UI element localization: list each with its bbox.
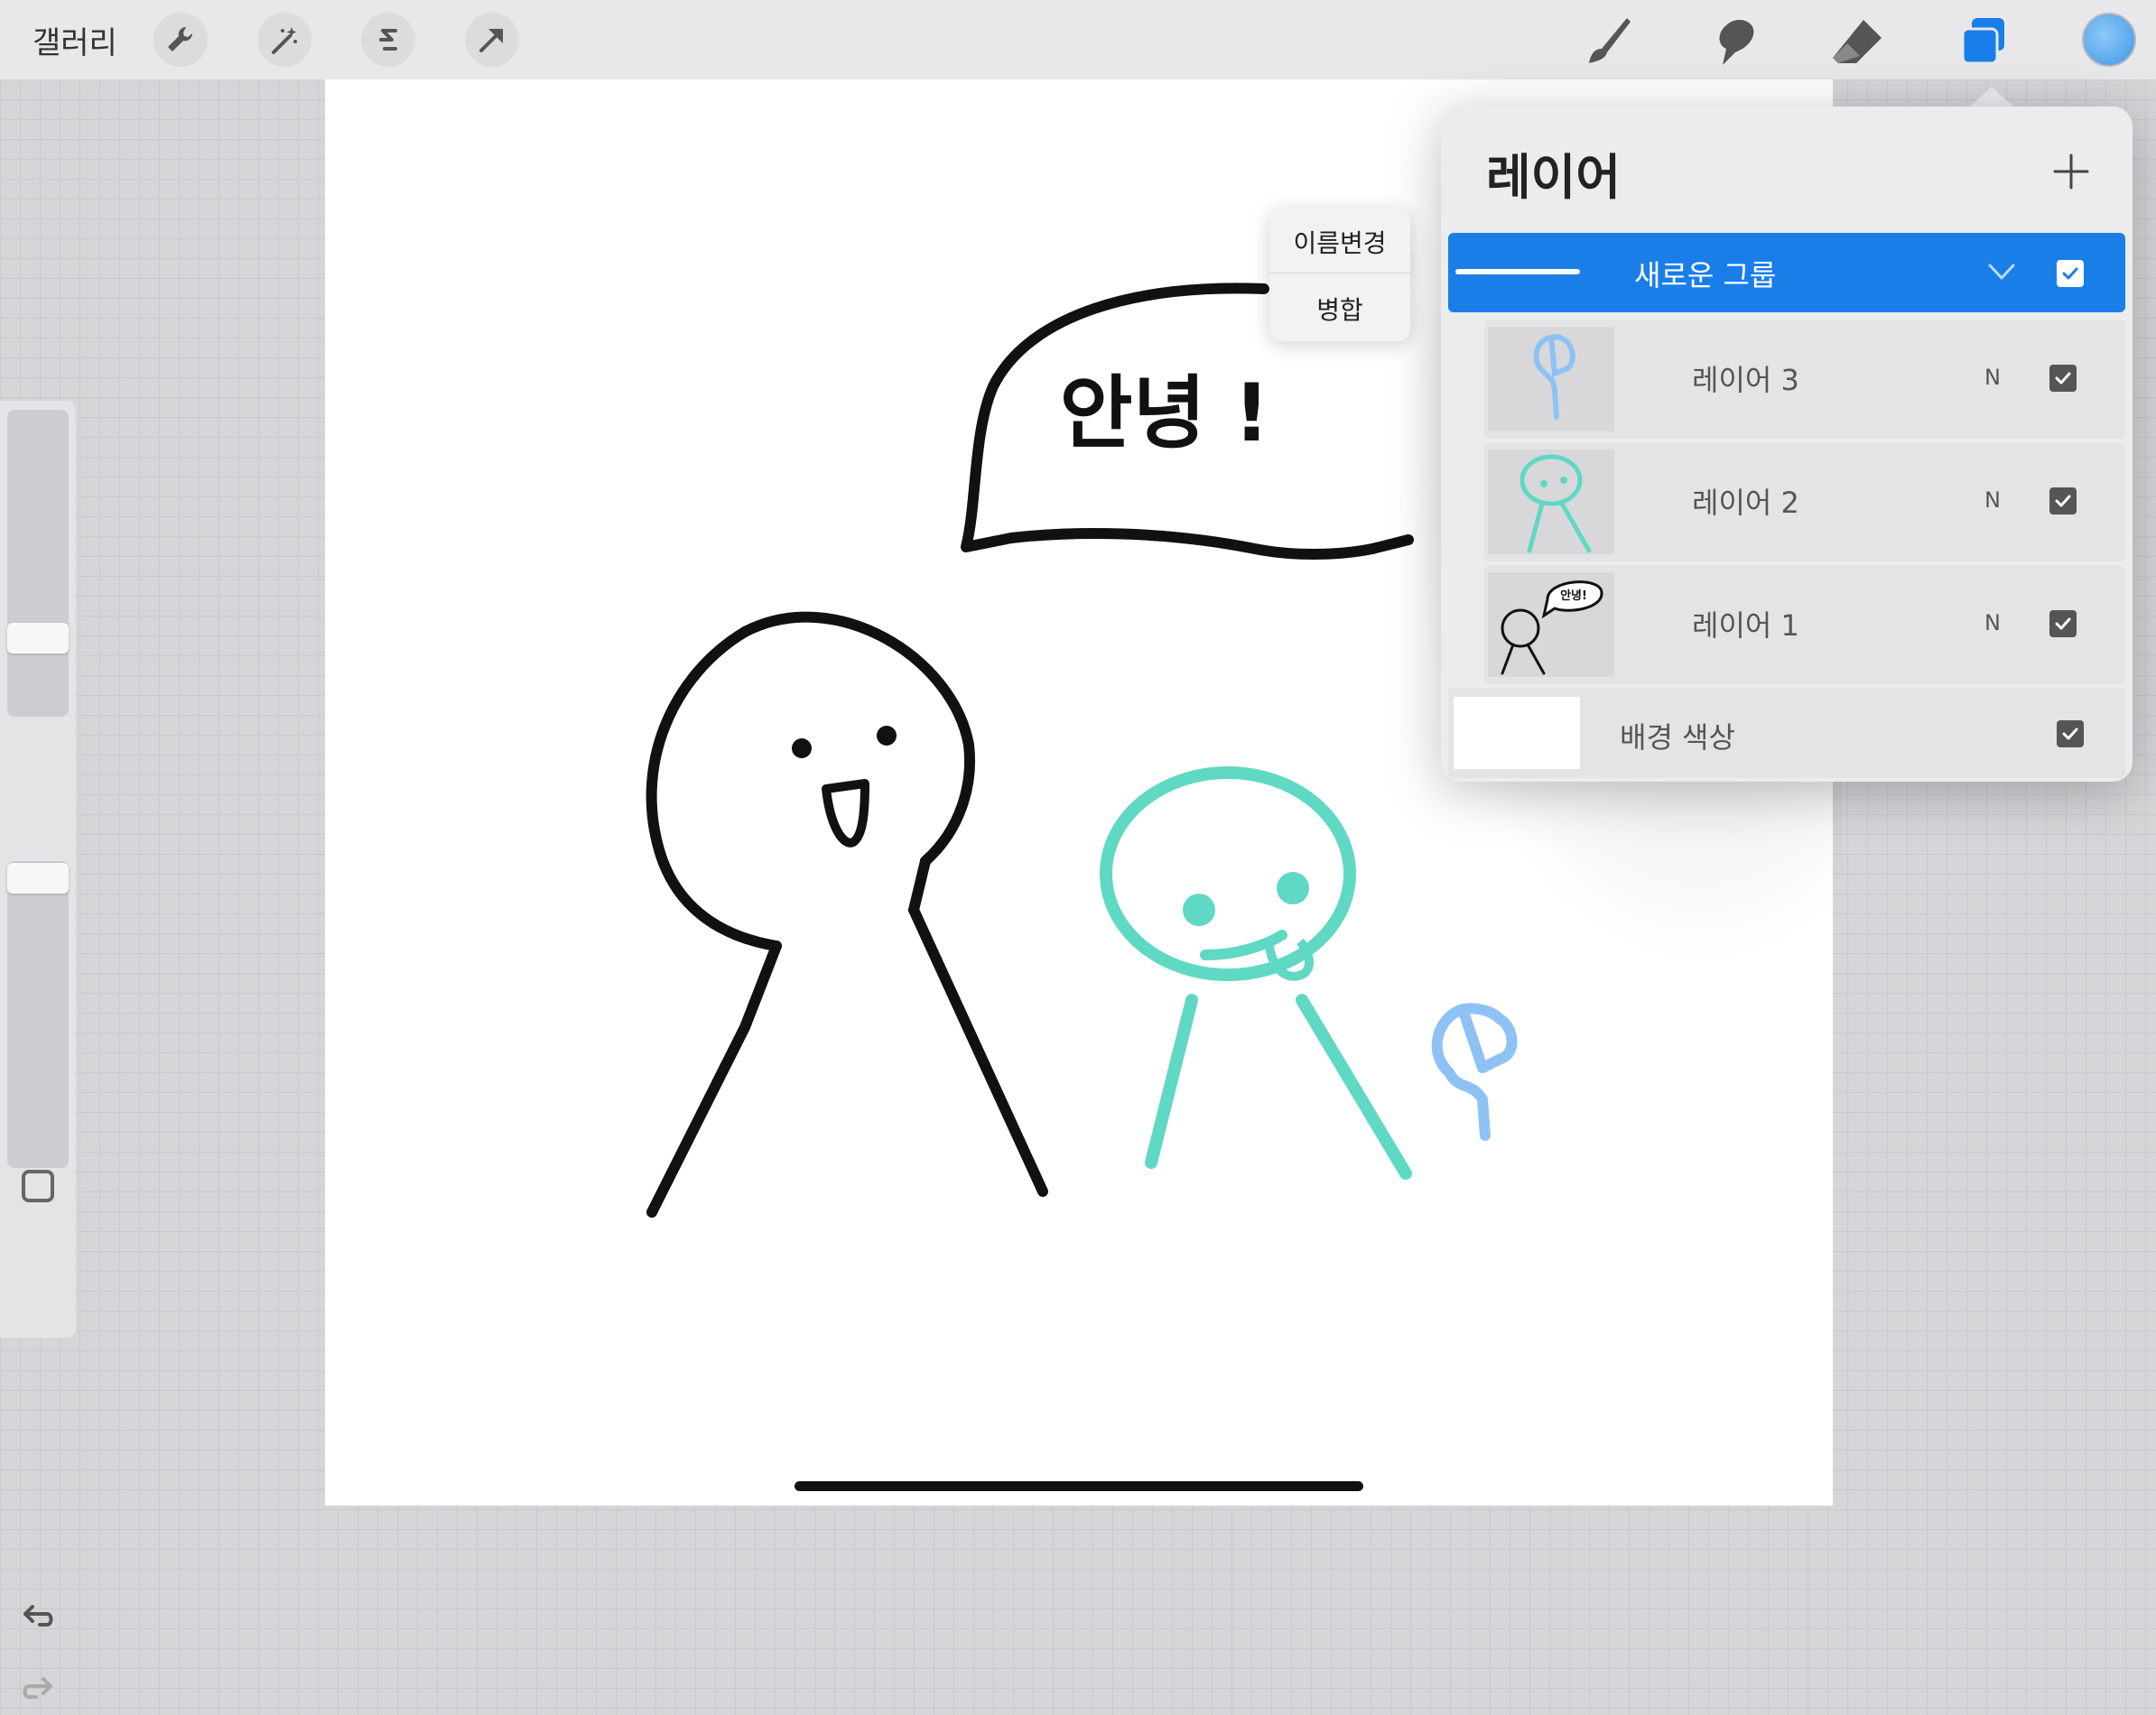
group-indicator <box>1455 269 1580 274</box>
home-indicator <box>795 1481 1363 1491</box>
layers-panel-title: 레이어 <box>1486 149 1622 206</box>
layer-group-row[interactable]: 새로운 그룹 <box>1448 233 2125 312</box>
opacity-thumb[interactable] <box>7 863 69 894</box>
color-picker-button[interactable] <box>2082 13 2136 67</box>
layer-thumbnail <box>1488 327 1614 431</box>
background-color-row[interactable]: 배경 색상 <box>1448 688 2125 778</box>
layer-row[interactable]: 레이어 2 N <box>1484 442 2125 561</box>
smudge-icon[interactable] <box>1705 13 1762 70</box>
blend-mode[interactable]: N <box>1984 487 2001 513</box>
blend-mode[interactable]: N <box>1984 365 2001 390</box>
move-arrow-icon[interactable] <box>465 13 519 67</box>
blend-mode[interactable]: N <box>1984 610 2001 635</box>
layer-visibility-checkbox[interactable] <box>2049 365 2077 392</box>
modify-button[interactable] <box>22 1170 54 1202</box>
brush-size-slider[interactable] <box>7 410 69 717</box>
group-name: 새로운 그룹 <box>1634 258 1777 292</box>
top-toolbar: 갤러리 <box>0 0 2156 80</box>
layer-name: 레이어 3 <box>1692 363 1799 397</box>
redo-icon[interactable] <box>16 1668 60 1715</box>
group-visibility-checkbox[interactable] <box>2057 260 2084 287</box>
layer-thumbnail <box>1488 450 1614 554</box>
layer-row[interactable]: 레이어 3 N <box>1484 320 2125 439</box>
magic-wand-icon[interactable] <box>257 13 311 67</box>
eraser-icon[interactable] <box>1829 13 1887 70</box>
merge-menu-item[interactable]: 병합 <box>1269 291 1410 327</box>
layer-thumbnail: 안녕! <box>1488 572 1614 677</box>
background-label: 배경 색상 <box>1620 720 1735 755</box>
layer-context-menu: 이름변경 병합 <box>1269 208 1410 341</box>
opacity-slider[interactable] <box>7 861 69 1168</box>
speech-text: 안녕 ! <box>1060 366 1270 459</box>
brush-icon[interactable] <box>1578 13 1636 70</box>
rename-menu-item[interactable]: 이름변경 <box>1269 224 1410 260</box>
context-menu-pointer <box>1408 249 1426 282</box>
gallery-button[interactable]: 갤러리 <box>33 18 117 62</box>
layer-visibility-checkbox[interactable] <box>2049 610 2077 637</box>
thumbnail-speech-text: 안녕! <box>1560 589 1587 603</box>
selection-icon[interactable] <box>361 13 415 67</box>
background-visibility-checkbox[interactable] <box>2057 720 2084 747</box>
layer-row[interactable]: 안녕! 레이어 1 N <box>1484 565 2125 684</box>
chevron-down-icon[interactable] <box>1986 258 2017 289</box>
layers-icon[interactable] <box>1956 13 2013 70</box>
panel-pointer <box>1968 87 2015 108</box>
add-layer-icon[interactable] <box>2051 152 2091 191</box>
layer-name: 레이어 2 <box>1692 486 1799 520</box>
undo-icon[interactable] <box>16 1592 60 1639</box>
background-swatch[interactable] <box>1454 697 1580 769</box>
brush-size-thumb[interactable] <box>7 623 69 654</box>
wrench-icon[interactable] <box>153 13 208 67</box>
layers-panel: 레이어 새로운 그룹 레이어 3 N 레이어 2 N 안녕! 레이어 1 N 배… <box>1441 107 2133 782</box>
layer-name: 레이어 1 <box>1692 608 1799 643</box>
left-sidebar <box>0 401 76 1699</box>
layer-visibility-checkbox[interactable] <box>2049 487 2077 514</box>
